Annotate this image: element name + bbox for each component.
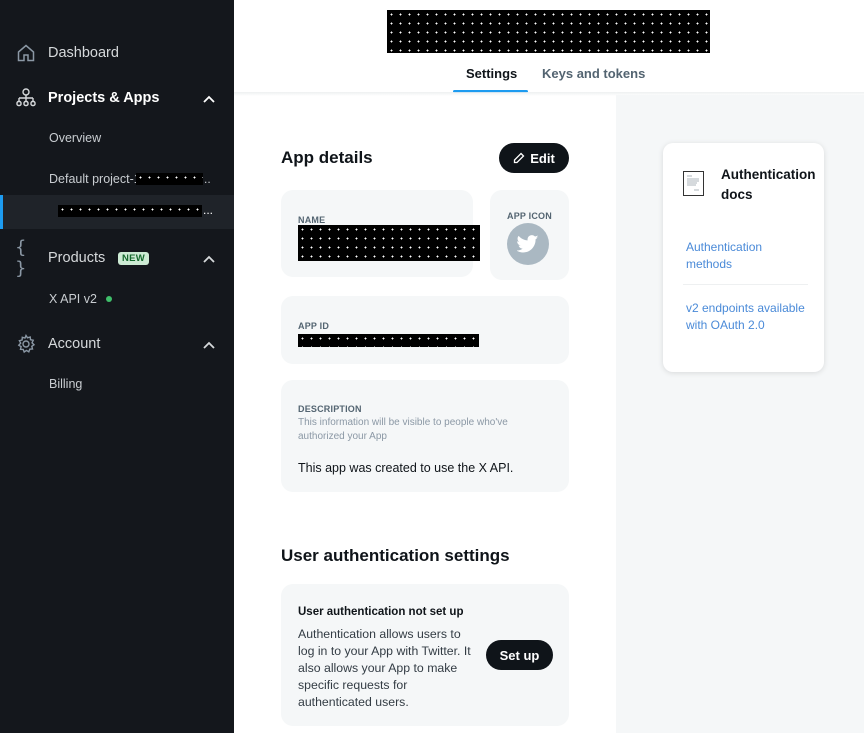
new-badge: NEW <box>118 252 150 265</box>
pencil-icon <box>514 152 525 164</box>
name-value-redacted <box>298 225 480 261</box>
org-chart-icon <box>15 87 37 109</box>
app-icon-avatar[interactable] <box>507 223 549 265</box>
divider <box>683 284 808 285</box>
sidebar-item-label: Dashboard <box>48 45 119 61</box>
sidebar-subitem-overview[interactable]: Overview <box>49 131 101 145</box>
gear-icon <box>15 333 37 355</box>
sidebar-item-projects-apps[interactable]: Projects & Apps <box>0 87 234 109</box>
project-label: Default project-1 <box>49 172 141 186</box>
name-label: NAME <box>298 215 326 225</box>
user-auth-status: User authentication not set up <box>298 606 464 618</box>
product-label: X API v2 <box>49 292 97 306</box>
chevron-up-icon[interactable] <box>202 338 216 352</box>
user-auth-body: Authentication allows users to log in to… <box>298 627 471 709</box>
v2-oauth-link[interactable]: v2 endpoints available with OAuth 2.0 <box>686 300 806 334</box>
auth-methods-link[interactable]: Authentication methods <box>686 239 806 273</box>
ellipsis: ... <box>203 203 214 217</box>
setup-label: Set up <box>499 647 540 663</box>
edit-label: Edit <box>530 150 555 166</box>
description-label: DESCRIPTION <box>298 404 362 414</box>
ellipsis: .. <box>204 172 211 186</box>
chevron-up-icon[interactable] <box>202 92 216 106</box>
app-id-card: APP ID <box>281 296 569 364</box>
sidebar-item-label: Account <box>48 336 101 352</box>
setup-button[interactable]: Set up <box>486 640 553 670</box>
chevron-up-icon[interactable] <box>202 252 216 266</box>
redacted-app-name <box>58 205 202 217</box>
active-indicator <box>0 195 3 229</box>
sidebar-item-products[interactable]: { } Products NEW <box>0 237 234 279</box>
auth-docs-card: Authentication docs Authentication metho… <box>663 143 824 372</box>
home-icon <box>15 42 37 64</box>
app-details-heading: App details <box>281 148 373 167</box>
sidebar-item-account[interactable]: Account <box>0 333 234 355</box>
name-card: NAME <box>281 190 480 277</box>
braces-icon: { } <box>15 237 27 279</box>
docs-title: Authentication docs <box>721 167 816 202</box>
sidebar-subitem-billing[interactable]: Billing <box>49 377 82 391</box>
description-card: DESCRIPTION This information will be vis… <box>281 380 569 492</box>
edit-button[interactable]: Edit <box>499 143 569 173</box>
sidebar-item-label: Projects & Apps <box>48 90 160 106</box>
user-auth-heading: User authentication settings <box>281 546 510 565</box>
app-title-redacted <box>387 10 710 53</box>
sidebar: Dashboard Projects & Apps Overview Defau… <box>0 0 234 733</box>
twitter-bird-icon <box>517 235 539 253</box>
sidebar-item-dashboard[interactable]: Dashboard <box>0 42 234 64</box>
redacted-text <box>136 173 203 185</box>
tab-settings[interactable]: Settings <box>466 66 517 81</box>
app-id-label: APP ID <box>298 321 330 331</box>
description-hint: This information will be visible to peop… <box>298 417 508 442</box>
tab-keys-and-tokens[interactable]: Keys and tokens <box>542 66 645 81</box>
sidebar-item-label: Products <box>48 250 106 266</box>
document-icon <box>683 171 704 196</box>
status-dot-active <box>106 296 112 302</box>
app-id-value-redacted <box>298 334 479 347</box>
app-icon-label: APP ICON <box>507 211 552 221</box>
description-value: This app was created to use the X API. <box>298 461 514 475</box>
